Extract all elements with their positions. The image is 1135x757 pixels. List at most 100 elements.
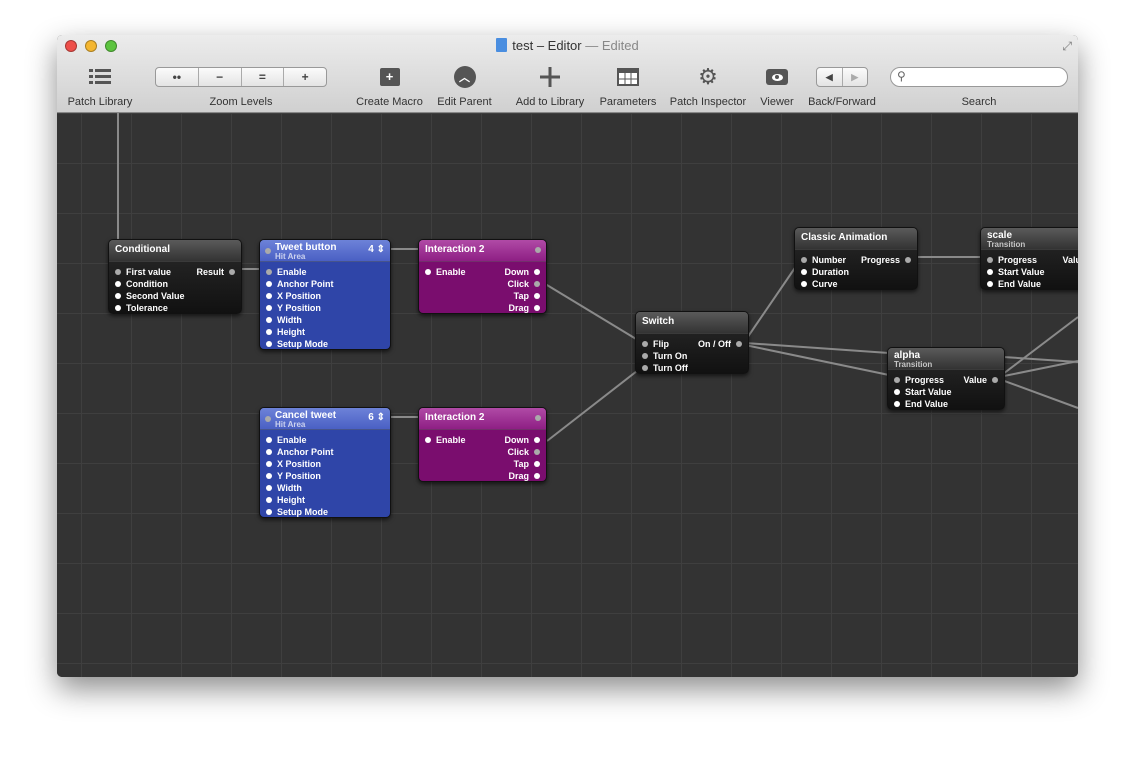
interaction-patch[interactable]: Interaction 2 Enable Down Click Tap Drag: [418, 239, 547, 314]
patch-title: Switch: [636, 312, 748, 334]
input-port[interactable]: Tolerance: [115, 302, 168, 313]
conditional-patch[interactable]: Conditional First value Result Condition …: [108, 239, 242, 314]
search-icon: ⚲: [897, 69, 906, 83]
chevron-up-icon: ︿: [432, 65, 497, 89]
zoom-levels: •• − = + Zoom Levels: [155, 65, 327, 108]
input-port[interactable]: Enable: [266, 434, 307, 446]
patch-inspector-label: Patch Inspector: [669, 96, 747, 108]
table-icon: [597, 65, 659, 89]
back-button[interactable]: ◀: [817, 68, 843, 86]
edited-status: — Edited: [585, 38, 639, 53]
input-port[interactable]: Y Position: [266, 470, 321, 482]
output-port[interactable]: Value: [963, 374, 998, 386]
input-port[interactable]: Anchor Point: [266, 446, 334, 458]
forward-button[interactable]: ▶: [843, 68, 868, 86]
input-port[interactable]: Turn On: [642, 350, 687, 362]
input-port[interactable]: Height: [266, 494, 305, 506]
input-port[interactable]: Start Value: [894, 386, 952, 398]
input-port[interactable]: X Position: [266, 458, 321, 470]
alpha-transition-patch[interactable]: alpha Transition Progress Value Start Valu…: [887, 347, 1005, 410]
input-port[interactable]: Enable: [425, 434, 466, 446]
input-port[interactable]: [265, 416, 271, 422]
input-port[interactable]: Progress: [987, 254, 1037, 266]
output-port[interactable]: Down: [505, 266, 541, 278]
interaction-patch[interactable]: Interaction 2 Enable Down Click Tap Drag: [418, 407, 547, 482]
input-port[interactable]: First value: [115, 266, 171, 278]
output-port[interactable]: Click: [507, 446, 540, 458]
wire: [541, 281, 642, 343]
search-input[interactable]: ⚲: [890, 67, 1068, 87]
viewer-button[interactable]: Viewer: [755, 65, 799, 108]
input-port[interactable]: Enable: [425, 266, 466, 278]
input-port[interactable]: Flip: [642, 338, 669, 350]
input-port[interactable]: Second Value: [115, 290, 185, 302]
zoom-levels-label: Zoom Levels: [209, 96, 273, 108]
create-macro-button[interactable]: + Create Macro: [352, 65, 427, 108]
macro-plus-icon: +: [352, 65, 427, 89]
add-to-library-label: Add to Library: [515, 96, 585, 108]
zoom-actual-button[interactable]: ••: [156, 68, 199, 86]
list-icon: [65, 65, 135, 89]
output-port[interactable]: Drag: [508, 302, 540, 313]
zoom-out-button[interactable]: −: [199, 68, 242, 86]
input-port[interactable]: Setup Mode: [266, 338, 328, 349]
title-text: test – Editor: [512, 38, 582, 53]
output-port[interactable]: Value: [1062, 254, 1078, 266]
scale-transition-patch[interactable]: scaleTransition ProgressValue Start Valu…: [980, 227, 1078, 290]
tweet-button-macro[interactable]: Tweet button Hit Area 4 ⇕ Enable Anchor Po…: [259, 239, 391, 350]
gear-icon: ⚙: [698, 64, 718, 89]
input-port[interactable]: Enable: [266, 266, 307, 278]
cancel-tweet-macro[interactable]: Cancel tweet Hit Area 6 ⇕ Enable Anchor Po…: [259, 407, 391, 518]
zoom-in-button[interactable]: +: [284, 68, 326, 86]
parameters-button[interactable]: Parameters: [597, 65, 659, 108]
input-port[interactable]: Width: [266, 482, 302, 494]
switch-patch[interactable]: Switch Flip On / Off Turn On Turn Off: [635, 311, 749, 374]
input-port[interactable]: Setup Mode: [266, 506, 328, 517]
add-to-library-button[interactable]: Add to Library: [509, 65, 591, 108]
output-port[interactable]: Drag: [508, 470, 540, 481]
input-port[interactable]: Y Position: [266, 302, 321, 314]
create-macro-label: Create Macro: [356, 96, 423, 108]
patch-library-label: Patch Library: [67, 96, 133, 108]
wire: [744, 342, 890, 354]
patch-library-button[interactable]: Patch Library: [65, 65, 135, 108]
output-port[interactable]: Down: [505, 434, 541, 446]
wire: [1002, 356, 1078, 363]
patch-canvas[interactable]: Conditional First value Result Condition …: [57, 113, 1078, 677]
window-title: test – Editor — Edited: [57, 38, 1078, 53]
toolbar: test – Editor — Edited ⤢ Patch Library •…: [57, 35, 1078, 113]
output-port[interactable]: On / Off: [698, 338, 742, 350]
input-port[interactable]: Start Value: [987, 266, 1045, 278]
input-port[interactable]: End Value: [987, 278, 1041, 289]
input-port[interactable]: Height: [266, 326, 305, 338]
input-port[interactable]: Curve: [801, 278, 838, 289]
output-port[interactable]: Result: [196, 266, 235, 278]
patch-inspector-button[interactable]: ⚙ Patch Inspector: [666, 64, 750, 108]
zoom-fit-button[interactable]: =: [242, 68, 285, 86]
output-port[interactable]: Tap: [514, 458, 541, 470]
input-port[interactable]: Anchor Point: [266, 278, 334, 290]
input-port[interactable]: Progress: [894, 374, 944, 386]
wire: [998, 378, 1078, 409]
plus-icon: [509, 65, 591, 89]
input-port[interactable]: [265, 248, 271, 254]
patch-title: Interaction 2: [425, 412, 485, 423]
eye-icon: [755, 65, 799, 89]
fullscreen-icon[interactable]: ⤢: [1062, 39, 1072, 54]
output-port[interactable]: [535, 247, 541, 253]
input-port[interactable]: X Position: [266, 290, 321, 302]
input-port[interactable]: Duration: [801, 266, 849, 278]
input-port[interactable]: Turn Off: [642, 362, 688, 373]
classic-animation-patch[interactable]: Classic Animation Number Progress Duratio…: [794, 227, 918, 290]
output-port[interactable]: Tap: [514, 290, 541, 302]
patch-count: 4 ⇕: [368, 244, 385, 255]
patch-count: 6 ⇕: [368, 412, 385, 423]
input-port[interactable]: End Value: [894, 398, 948, 409]
output-port[interactable]: Progress: [861, 254, 912, 266]
output-port[interactable]: [535, 415, 541, 421]
input-port[interactable]: Condition: [115, 278, 168, 290]
input-port[interactable]: Width: [266, 314, 302, 326]
input-port[interactable]: Number: [801, 254, 846, 266]
output-port[interactable]: Click: [507, 278, 540, 290]
edit-parent-button[interactable]: ︿ Edit Parent: [432, 65, 497, 108]
